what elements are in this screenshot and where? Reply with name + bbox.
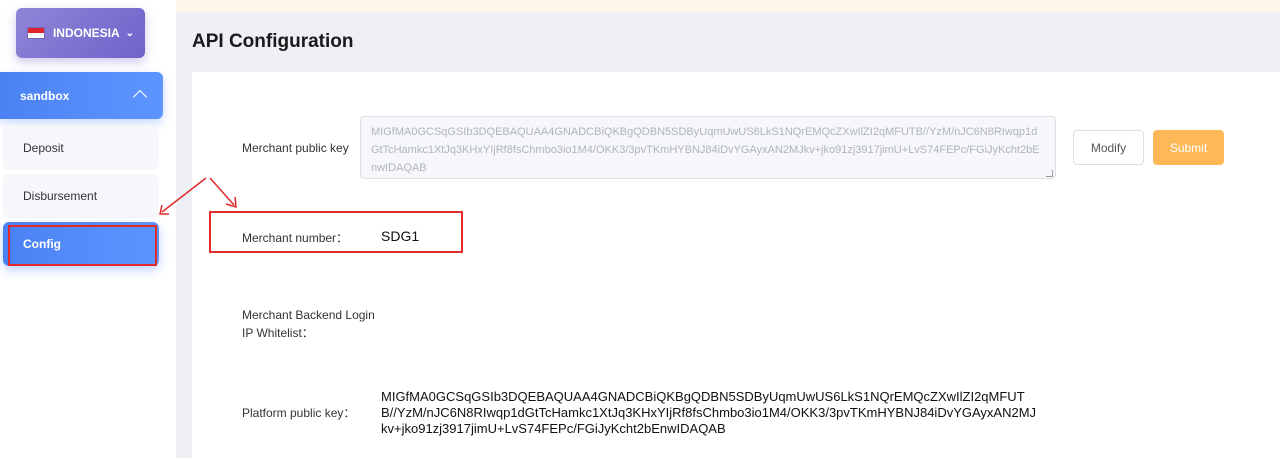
annotation-box-merchant-number — [209, 211, 463, 253]
environment-menu-sandbox[interactable]: sandbox — [0, 72, 163, 119]
merchant-public-key-input[interactable]: MIGfMA0GCSqGSIb3DQEBAQUAA4GNADCBiQKBgQDB… — [360, 116, 1056, 179]
modify-button[interactable]: Modify — [1073, 130, 1144, 165]
merchant-public-key-label: Merchant public key — [242, 141, 349, 155]
platform-public-key-value: MIGfMA0GCSqGSIb3DQEBAQUAA4GNADCBiQKBgQDB… — [381, 389, 1037, 436]
notice-strip — [176, 0, 1280, 12]
page-title: API Configuration — [192, 31, 354, 52]
chevron-down-icon: ⌄ — [125, 27, 135, 39]
ip-whitelist-label: Merchant Backend Login IP Whitelist： — [242, 308, 375, 340]
resize-handle-icon[interactable] — [1046, 170, 1053, 177]
platform-public-key-label: Platform public key： — [242, 406, 356, 420]
chevron-up-icon — [132, 89, 148, 105]
indonesia-flag-icon — [26, 27, 45, 39]
country-label: INDONESIA — [52, 26, 120, 40]
annotation-box-config — [8, 225, 157, 266]
sidebar-item-deposit[interactable]: Deposit — [3, 126, 159, 170]
submit-button[interactable]: Submit — [1153, 130, 1224, 165]
sidebar-item-disbursement[interactable]: Disbursement — [3, 174, 159, 218]
sidebar-item-label: Deposit — [23, 141, 64, 155]
country-selector[interactable]: INDONESIA ⌄ — [16, 8, 145, 58]
sidebar-item-label: Disbursement — [23, 189, 98, 203]
environment-label: sandbox — [20, 88, 70, 103]
